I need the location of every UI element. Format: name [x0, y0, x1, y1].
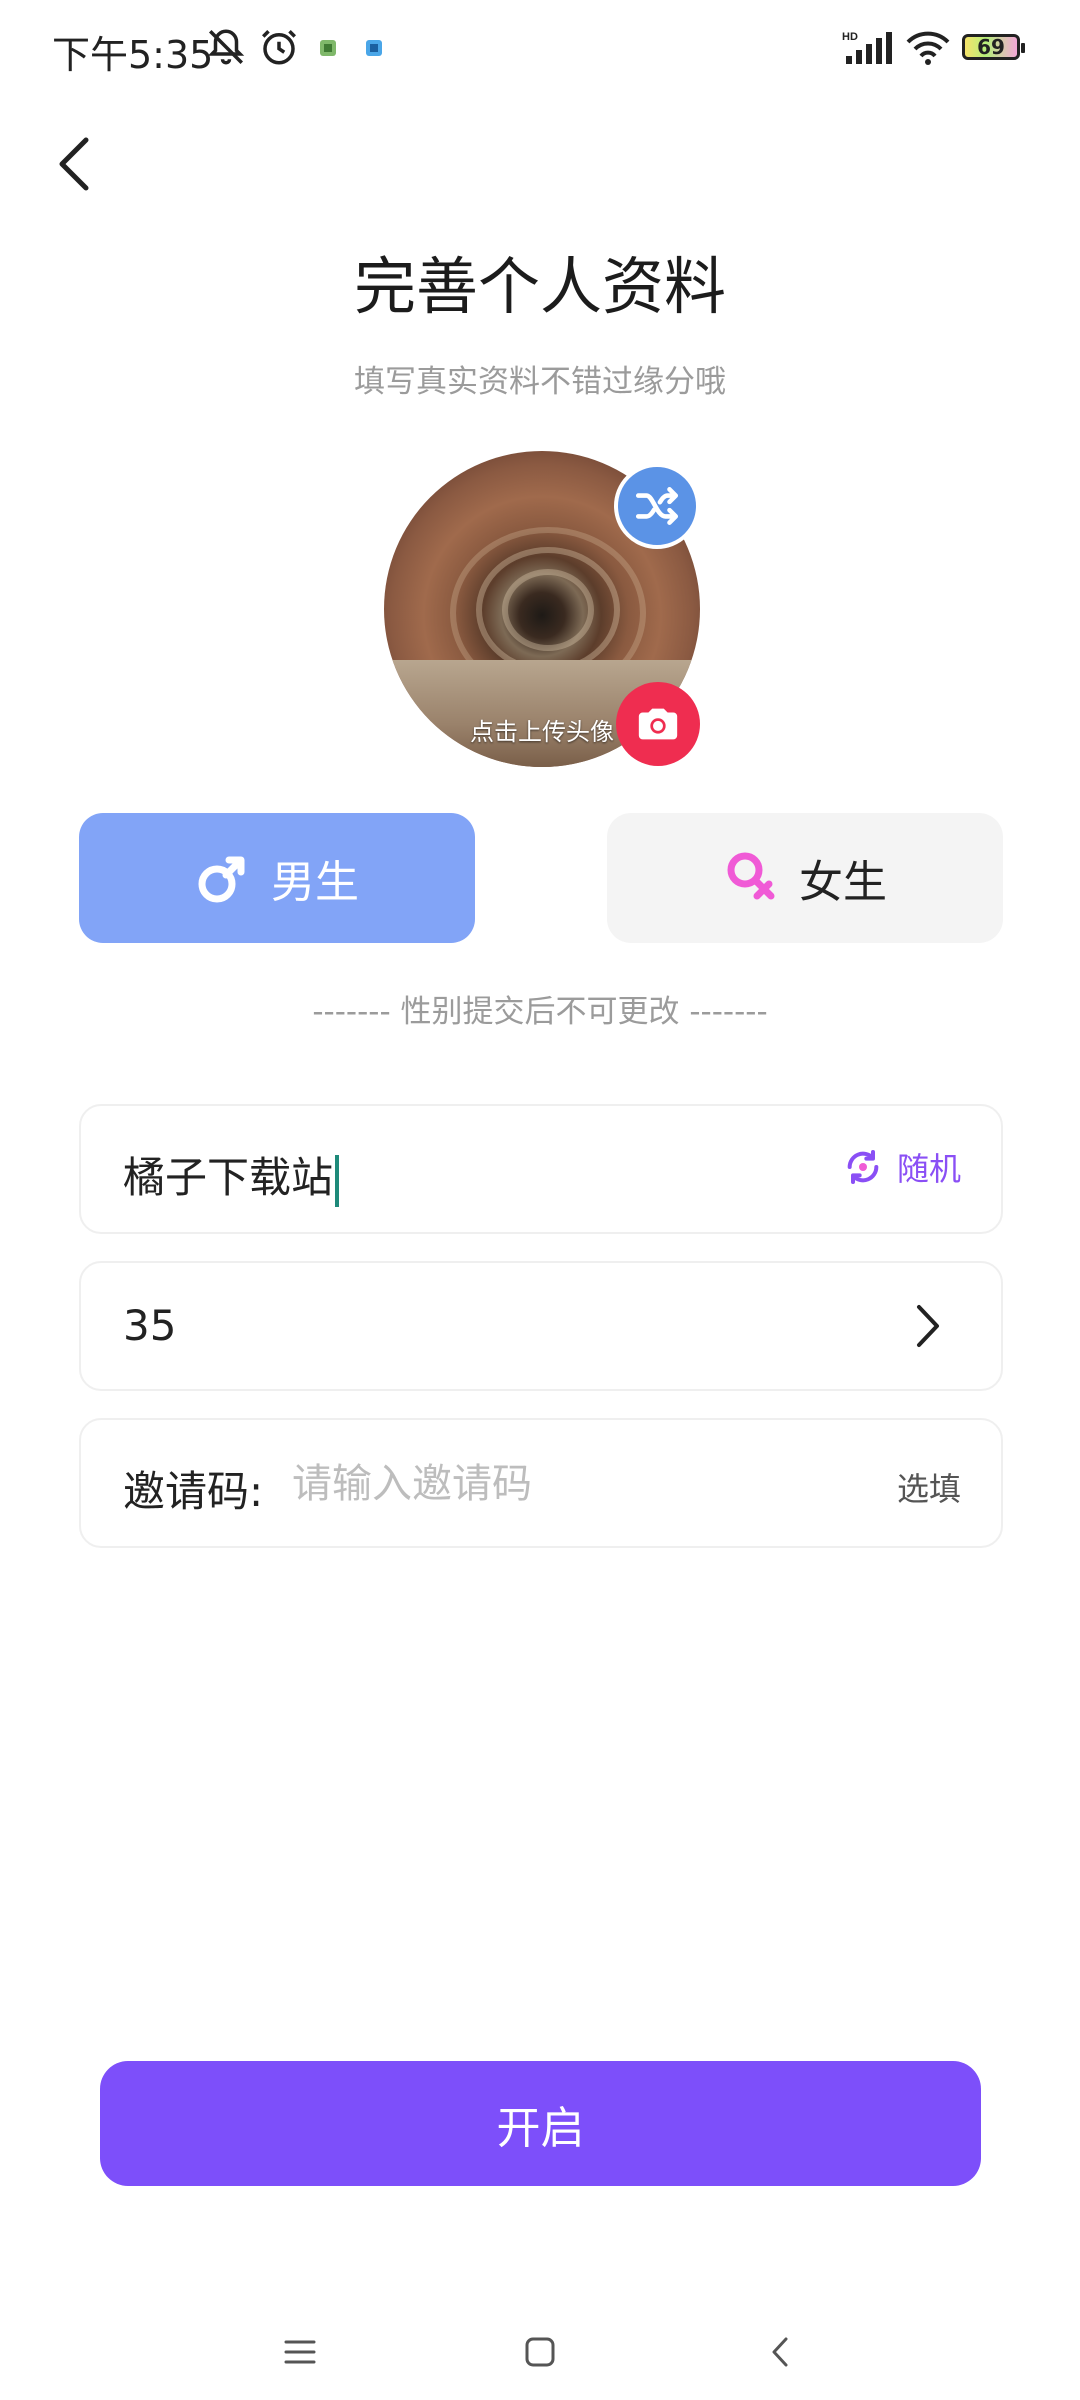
alarm-icon: [258, 26, 300, 72]
status-bar: 下午5:35 HD 69: [0, 0, 1080, 100]
shuffle-avatar-button[interactable]: [614, 463, 700, 549]
page-title: 完善个人资料: [353, 250, 726, 323]
gender-male-button[interactable]: 男生: [79, 813, 475, 943]
battery-icon: 69: [962, 34, 1025, 60]
gender-female-label: 女生: [799, 857, 887, 908]
male-icon: [198, 856, 245, 903]
nickname-value-wrap: 橘子下载站: [123, 1144, 340, 1207]
random-label: 随机: [896, 1150, 961, 1188]
shuffle-icon: [635, 487, 679, 525]
invite-code-label: 邀请码:: [123, 1467, 264, 1516]
home-icon: [525, 2337, 555, 2367]
submit-button[interactable]: 开启: [100, 2061, 981, 2186]
avatar-upload-caption: 点击上传头像: [470, 718, 614, 746]
page-subtitle: 填写真实资料不错过缘分哦: [354, 364, 726, 400]
back-nav-button[interactable]: [750, 2322, 810, 2382]
svg-text:HD: HD: [842, 31, 858, 43]
nickname-field[interactable]: 橘子下载站 随机: [79, 1104, 1003, 1234]
hd-signal-icon: HD: [842, 30, 894, 70]
back-button[interactable]: [44, 126, 104, 202]
refresh-random-icon: [847, 1150, 879, 1184]
invite-code-field: 邀请码: 选填: [79, 1418, 1003, 1548]
age-selector[interactable]: 35: [79, 1261, 1003, 1391]
nickname-value: 橘子下载站: [123, 1153, 334, 1202]
age-value: 35: [123, 1301, 177, 1350]
text-cursor: [335, 1154, 340, 1207]
app-notification-icon: [318, 38, 338, 62]
gender-male-label: 男生: [271, 857, 359, 908]
mute-icon: [205, 26, 247, 72]
status-time: 下午5:35: [52, 33, 214, 77]
home-nav-button[interactable]: [510, 2322, 570, 2382]
camera-icon: [638, 708, 678, 740]
app-notification-icon: [364, 38, 384, 62]
gender-note: ------- 性别提交后不可更改 -------: [312, 994, 768, 1030]
gender-female-button[interactable]: 女生: [607, 813, 1003, 943]
wifi-icon: [905, 30, 951, 70]
invite-optional-tag: 选填: [896, 1470, 961, 1508]
random-nickname-button[interactable]: 随机: [843, 1144, 961, 1190]
female-icon: [727, 852, 775, 900]
menu-nav-button[interactable]: [270, 2322, 330, 2382]
profile-setup-screen: 下午5:35 HD 69 完善个人资料 填写真实资料不错过缘分哦 点击上传头像: [0, 0, 1080, 2400]
chevron-right-icon: [917, 1305, 939, 1347]
menu-icon: [284, 2340, 316, 2364]
back-triangle-icon: [772, 2337, 788, 2367]
invite-code-input[interactable]: [292, 1452, 852, 1516]
camera-upload-button[interactable]: [616, 682, 700, 766]
system-nav-bar: [0, 2300, 1080, 2400]
chevron-left-icon: [59, 137, 89, 191]
